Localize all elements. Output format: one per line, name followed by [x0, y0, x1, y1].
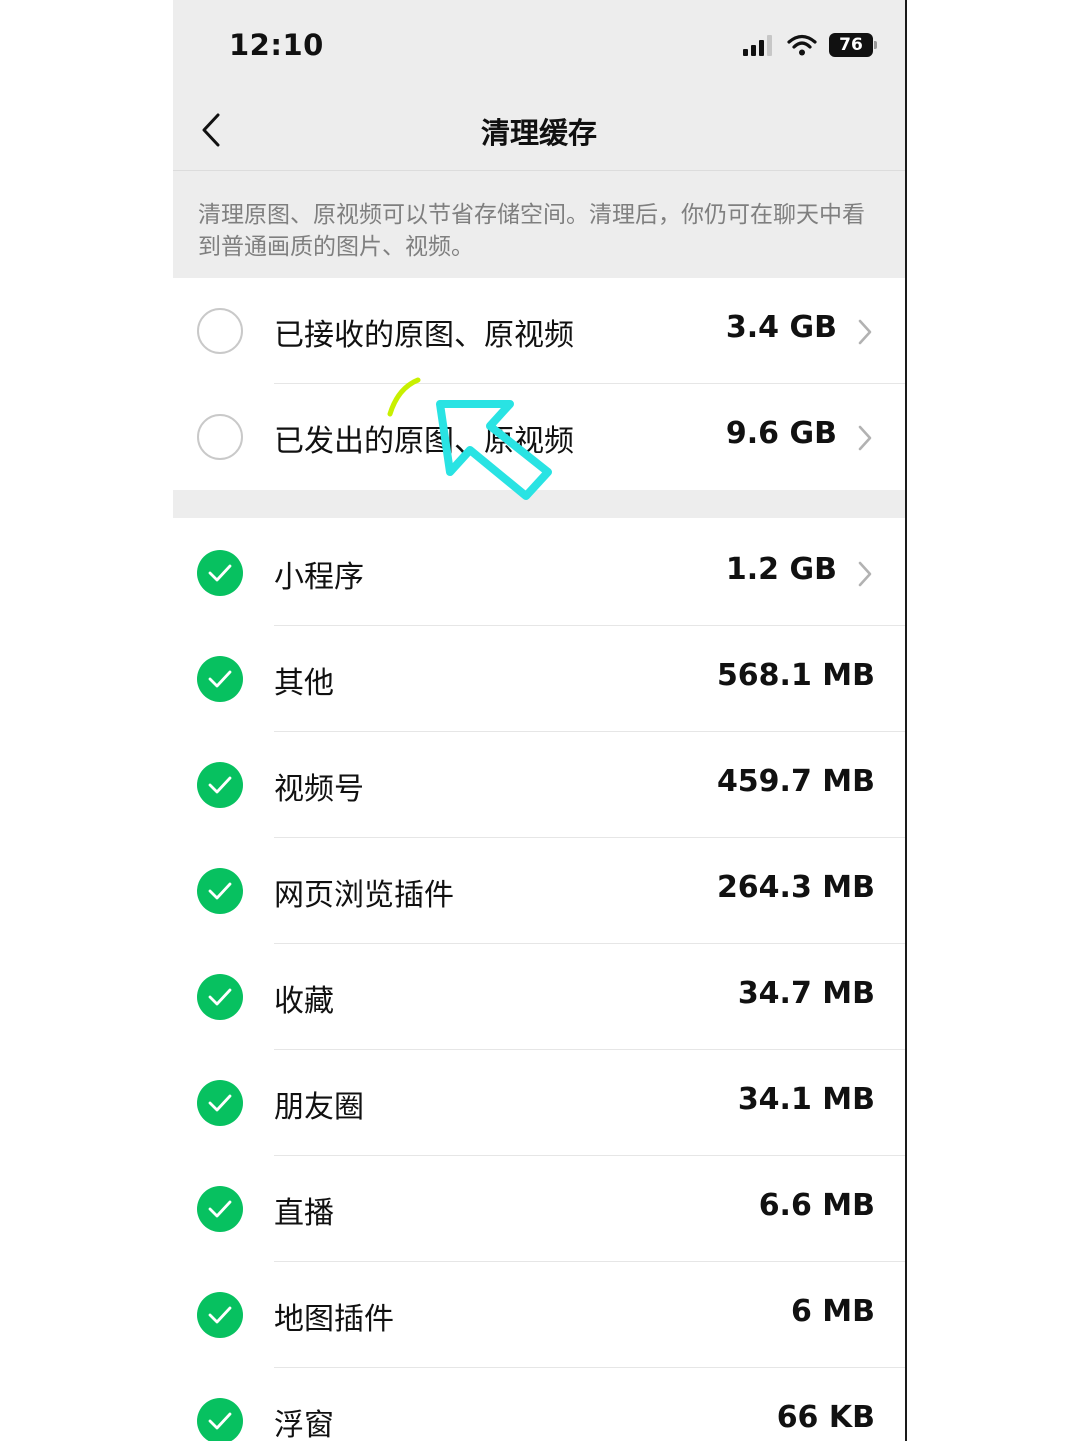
list-item[interactable]: 地图插件 6 MB	[173, 1262, 905, 1368]
item-size: 264.3 MB	[716, 870, 875, 905]
checkmark-icon	[208, 1306, 232, 1324]
checked-circle-icon[interactable]	[197, 1292, 243, 1338]
item-label: 收藏	[274, 984, 334, 1019]
item-label: 已接收的原图、原视频	[274, 318, 574, 353]
item-size: 34.1 MB	[737, 1082, 875, 1117]
item-size: 3.4 GB	[725, 310, 837, 345]
checked-circle-icon[interactable]	[197, 762, 243, 808]
item-size: 568.1 MB	[716, 658, 875, 693]
item-label: 网页浏览插件	[274, 878, 454, 913]
list-item[interactable]: 小程序 1.2 GB	[173, 520, 905, 626]
description-text: 清理原图、原视频可以节省存储空间。清理后，你仍可在聊天中看到普通画质的图片、视频…	[198, 202, 865, 260]
checked-circle-icon[interactable]	[197, 868, 243, 914]
item-size: 66 KB	[776, 1400, 875, 1435]
checkmark-icon	[208, 776, 232, 794]
list-item[interactable]: 网页浏览插件 264.3 MB	[173, 838, 905, 944]
item-label: 朋友圈	[274, 1090, 364, 1125]
item-size: 459.7 MB	[716, 764, 875, 799]
unchecked-circle-icon[interactable]	[197, 414, 243, 460]
item-label: 已发出的原图、原视频	[274, 424, 574, 459]
list-item[interactable]: 其他 568.1 MB	[173, 626, 905, 732]
checkmark-icon	[208, 882, 232, 900]
checkmark-icon	[208, 988, 232, 1006]
list-item[interactable]: 视频号 459.7 MB	[173, 732, 905, 838]
unchecked-circle-icon[interactable]	[197, 308, 243, 354]
checkmark-icon	[208, 1200, 232, 1218]
item-size: 9.6 GB	[725, 416, 837, 451]
checkmark-icon	[208, 1094, 232, 1112]
checkmark-icon	[208, 564, 232, 582]
status-bar: 12:10 76	[173, 0, 905, 90]
list-item[interactable]: 已接收的原图、原视频 3.4 GB	[173, 278, 905, 384]
checked-circle-icon[interactable]	[197, 1080, 243, 1126]
nav-bar: 清理缓存	[173, 90, 905, 171]
status-icons: 76	[743, 31, 877, 59]
item-label: 浮窗	[274, 1408, 334, 1441]
status-time: 12:10	[229, 28, 324, 62]
checkmark-icon	[208, 1412, 232, 1430]
list-item[interactable]: 朋友圈 34.1 MB	[173, 1050, 905, 1156]
checked-circle-icon[interactable]	[197, 550, 243, 596]
checkmark-icon	[208, 670, 232, 688]
item-size: 1.2 GB	[725, 552, 837, 587]
item-size: 6 MB	[790, 1294, 875, 1329]
cellular-signal-icon	[743, 35, 772, 56]
phone-screen: 12:10 76 清理缓存 清理原图、原视频可以节省存储空间。清理后，你仍可在聊…	[173, 0, 907, 1441]
list-item[interactable]: 直播 6.6 MB	[173, 1156, 905, 1262]
section-gap	[173, 490, 905, 518]
item-label: 视频号	[274, 772, 364, 807]
checked-circle-icon[interactable]	[197, 656, 243, 702]
chevron-right-icon	[858, 319, 872, 345]
item-label: 直播	[274, 1196, 334, 1231]
battery-icon: 76	[829, 33, 877, 57]
item-label: 地图插件	[274, 1302, 394, 1337]
checked-circle-icon[interactable]	[197, 974, 243, 1020]
wifi-icon	[787, 34, 817, 56]
checked-circle-icon[interactable]	[197, 1398, 243, 1441]
item-size: 34.7 MB	[737, 976, 875, 1011]
checked-circle-icon[interactable]	[197, 1186, 243, 1232]
list-item[interactable]: 已发出的原图、原视频 9.6 GB	[173, 384, 905, 490]
page-title: 清理缓存	[480, 116, 597, 150]
chevron-right-icon	[858, 425, 872, 451]
item-label: 其他	[274, 666, 334, 701]
list-item[interactable]: 收藏 34.7 MB	[173, 944, 905, 1050]
item-label: 小程序	[274, 560, 364, 595]
description-panel: 清理原图、原视频可以节省存储空间。清理后，你仍可在聊天中看到普通画质的图片、视频…	[173, 171, 905, 292]
list-item[interactable]: 浮窗 66 KB	[173, 1368, 905, 1441]
chevron-right-icon	[858, 561, 872, 587]
item-size: 6.6 MB	[758, 1188, 875, 1223]
